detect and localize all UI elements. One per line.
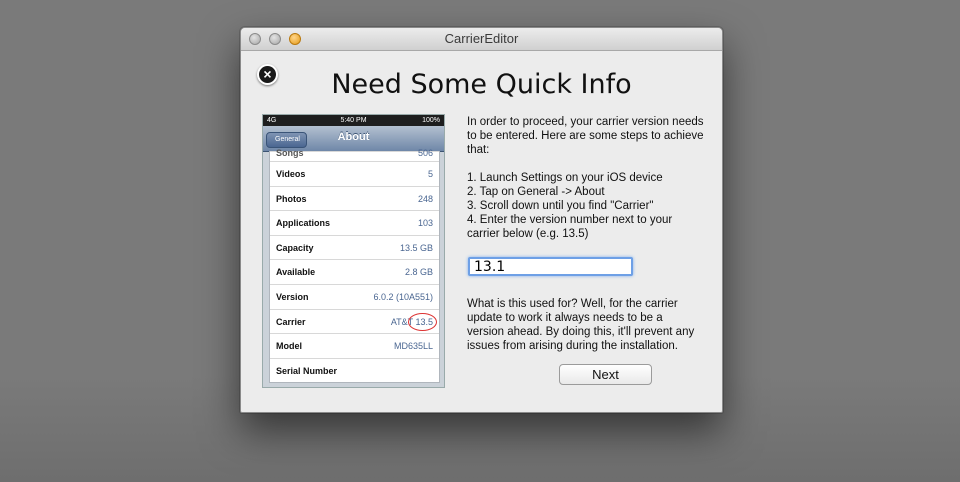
table-row: Applications 103 [270, 210, 439, 235]
row-label: Carrier [276, 316, 306, 327]
row-value: 506 [417, 148, 433, 158]
row-label: Model [276, 341, 302, 352]
explanation-text: What is this used for? Well, for the car… [467, 298, 695, 352]
battery-indicator: 100% [422, 117, 440, 124]
table-row: Version 6.0.2 (10A551) [270, 283, 439, 309]
dialog-heading: Need Some Quick Info [331, 69, 632, 100]
step-1: 1. Launch Settings on your iOS device [467, 172, 663, 184]
row-value: 248 [417, 193, 433, 204]
row-value: 5 [427, 169, 433, 179]
row-label: Videos [276, 169, 306, 179]
row-value: MD635LL [393, 341, 433, 352]
title-bar[interactable]: CarrierEditor [241, 28, 722, 51]
step-3: 3. Scroll down until you find "Carrier" [467, 200, 654, 212]
row-label: Photos [276, 193, 307, 204]
row-label: Songs [276, 148, 304, 158]
iphone-about-screenshot: 4G 5:40 PM 100% General About Songs 506 … [262, 114, 445, 388]
table-row-carrier: Carrier AT&T 13.5 [270, 308, 439, 334]
phone-nav-title: About [337, 131, 370, 143]
row-value: 2.8 GB [404, 267, 433, 278]
step-4: 4. Enter the version number next to your… [467, 214, 673, 240]
table-row: Videos 5 [270, 161, 439, 186]
carrier-version-highlight [408, 312, 437, 331]
step-2: 2. Tap on General -> About [467, 186, 605, 198]
phone-status-bar: 4G 5:40 PM 100% [263, 115, 444, 126]
about-table: Songs 506 Videos 5 Photos 248 Applicatio… [269, 148, 440, 384]
carrier-version-input[interactable] [468, 257, 633, 276]
table-row: Serial Number [270, 357, 439, 383]
carrier-editor-window: CarrierEditor × Need Some Quick Info 4G … [240, 27, 723, 413]
table-row: Available 2.8 GB [270, 259, 439, 284]
row-value: 13.5 GB [399, 242, 433, 253]
row-label: Capacity [276, 242, 314, 253]
phone-clock: 5:40 PM [340, 117, 367, 124]
row-label: Serial Number [276, 365, 338, 376]
table-row: Photos 248 [270, 185, 439, 211]
next-button[interactable]: Next [559, 364, 652, 385]
row-label: Version [276, 291, 309, 302]
row-label: Available [276, 267, 316, 278]
window-title: CarrierEditor [444, 31, 519, 46]
row-value: 103 [417, 218, 433, 229]
row-label: Applications [276, 218, 331, 229]
intro-text: In order to proceed, your carrier versio… [467, 116, 704, 156]
table-row: Model MD635LL [270, 333, 439, 358]
row-value: 6.0.2 (10A551) [373, 291, 433, 302]
table-row: Songs 506 [270, 148, 439, 161]
table-row: Capacity 13.5 GB [270, 234, 439, 260]
